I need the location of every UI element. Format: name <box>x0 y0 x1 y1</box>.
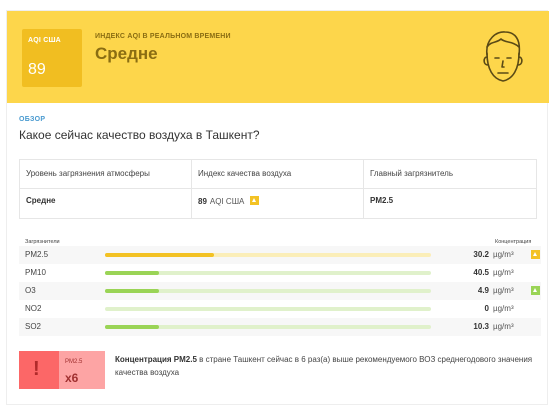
pollutants-header: Загрязнители <box>25 239 60 245</box>
pollutant-row: PM10 40.5 µg/m³ <box>19 264 541 282</box>
pollutant-value: 10.3 <box>473 322 489 331</box>
pollutant-name: PM2.5 <box>25 250 49 259</box>
table-header-level: Уровень загрязнения атмосферы <box>26 169 150 178</box>
pollutant-bar-track <box>105 289 431 293</box>
pollutant-bar-track <box>105 253 431 257</box>
alert-description: Концентрация PM2.5 в стране Ташкент сейч… <box>115 353 535 379</box>
pollutant-bar-fill <box>105 289 159 293</box>
face-moderate-icon <box>483 31 523 82</box>
level-indicator-icon <box>531 286 540 295</box>
pollutant-bar-fill <box>105 271 159 275</box>
alert-multiplier: x6 <box>65 371 79 385</box>
pollutant-bar-track <box>105 325 431 329</box>
pollutant-value: 30.2 <box>473 250 489 259</box>
pollutant-name: NO2 <box>25 304 42 313</box>
pollutant-name: PM10 <box>25 268 46 277</box>
summary-table: Уровень загрязнения атмосферы Средне Инд… <box>19 159 537 219</box>
pollutant-bar-fill <box>105 325 159 329</box>
pollutant-value: 0 <box>484 304 489 313</box>
aqi-header: AQI США 89 ИНДЕКС AQI В РЕАЛЬНОМ ВРЕМЕНИ… <box>7 11 549 103</box>
pollutant-value: 40.5 <box>473 268 489 277</box>
realtime-label: ИНДЕКС AQI В РЕАЛЬНОМ ВРЕМЕНИ <box>95 33 231 40</box>
section-label-overview: ОБЗОР <box>19 116 46 123</box>
aqi-badge-label: AQI США <box>28 37 61 44</box>
pollutant-name: SO2 <box>25 322 42 331</box>
pollutant-bar-fill <box>105 253 215 257</box>
exclamation-icon: ! <box>33 358 40 380</box>
concentration-header: Концентрация <box>495 239 532 245</box>
table-header-pollutant: Главный загрязнитель <box>370 169 453 178</box>
pollutant-row: O3 4.9 µg/m³ <box>19 282 541 300</box>
alert-text-bold: Концентрация PM2.5 <box>115 355 197 364</box>
aqi-badge-value: 89 <box>28 61 46 78</box>
table-col-level: Уровень загрязнения атмосферы Средне <box>20 160 192 218</box>
table-aqi-number: 89 <box>198 197 207 206</box>
pollutant-value: 4.9 <box>477 286 489 295</box>
table-col-aqi: Индекс качества воздуха 89 AQI США <box>192 160 364 218</box>
warning-indicator-icon <box>250 196 260 205</box>
pollutant-row: SO2 10.3 µg/m³ <box>19 318 541 336</box>
pollutant-bar-track <box>105 307 431 311</box>
pollutant-unit: µg/m³ <box>493 286 514 295</box>
pollutant-row: PM2.5 30.2 µg/m³ <box>19 246 541 264</box>
table-aqi-unit: AQI США <box>209 197 245 206</box>
table-cell-pollutant: PM2.5 <box>370 196 394 205</box>
pollutant-unit: µg/m³ <box>493 322 514 331</box>
page-question: Какое сейчас качество воздуха в Ташкент? <box>19 128 260 142</box>
pollutant-unit: µg/m³ <box>493 268 514 277</box>
table-cell-aqi: 89 AQI США <box>198 196 260 206</box>
table-col-pollutant: Главный загрязнитель PM2.5 <box>364 160 536 218</box>
table-cell-level: Средне <box>26 196 56 205</box>
pollutant-unit: µg/m³ <box>493 250 514 259</box>
who-alert-badge: ! PM2.5 x6 <box>19 351 105 389</box>
pollutant-row: NO2 0 µg/m³ <box>19 300 541 318</box>
pollutant-unit: µg/m³ <box>493 304 514 313</box>
aqi-status: Средне <box>95 44 158 63</box>
alert-pollutant: PM2.5 <box>65 359 83 365</box>
table-header-aqi: Индекс качества воздуха <box>198 169 292 178</box>
aqi-card: AQI США 89 ИНДЕКС AQI В РЕАЛЬНОМ ВРЕМЕНИ… <box>6 10 549 405</box>
aqi-badge: AQI США 89 <box>22 29 82 87</box>
pollutant-bar-track <box>105 271 431 275</box>
level-indicator-icon <box>531 250 540 259</box>
pollutant-name: O3 <box>25 286 36 295</box>
